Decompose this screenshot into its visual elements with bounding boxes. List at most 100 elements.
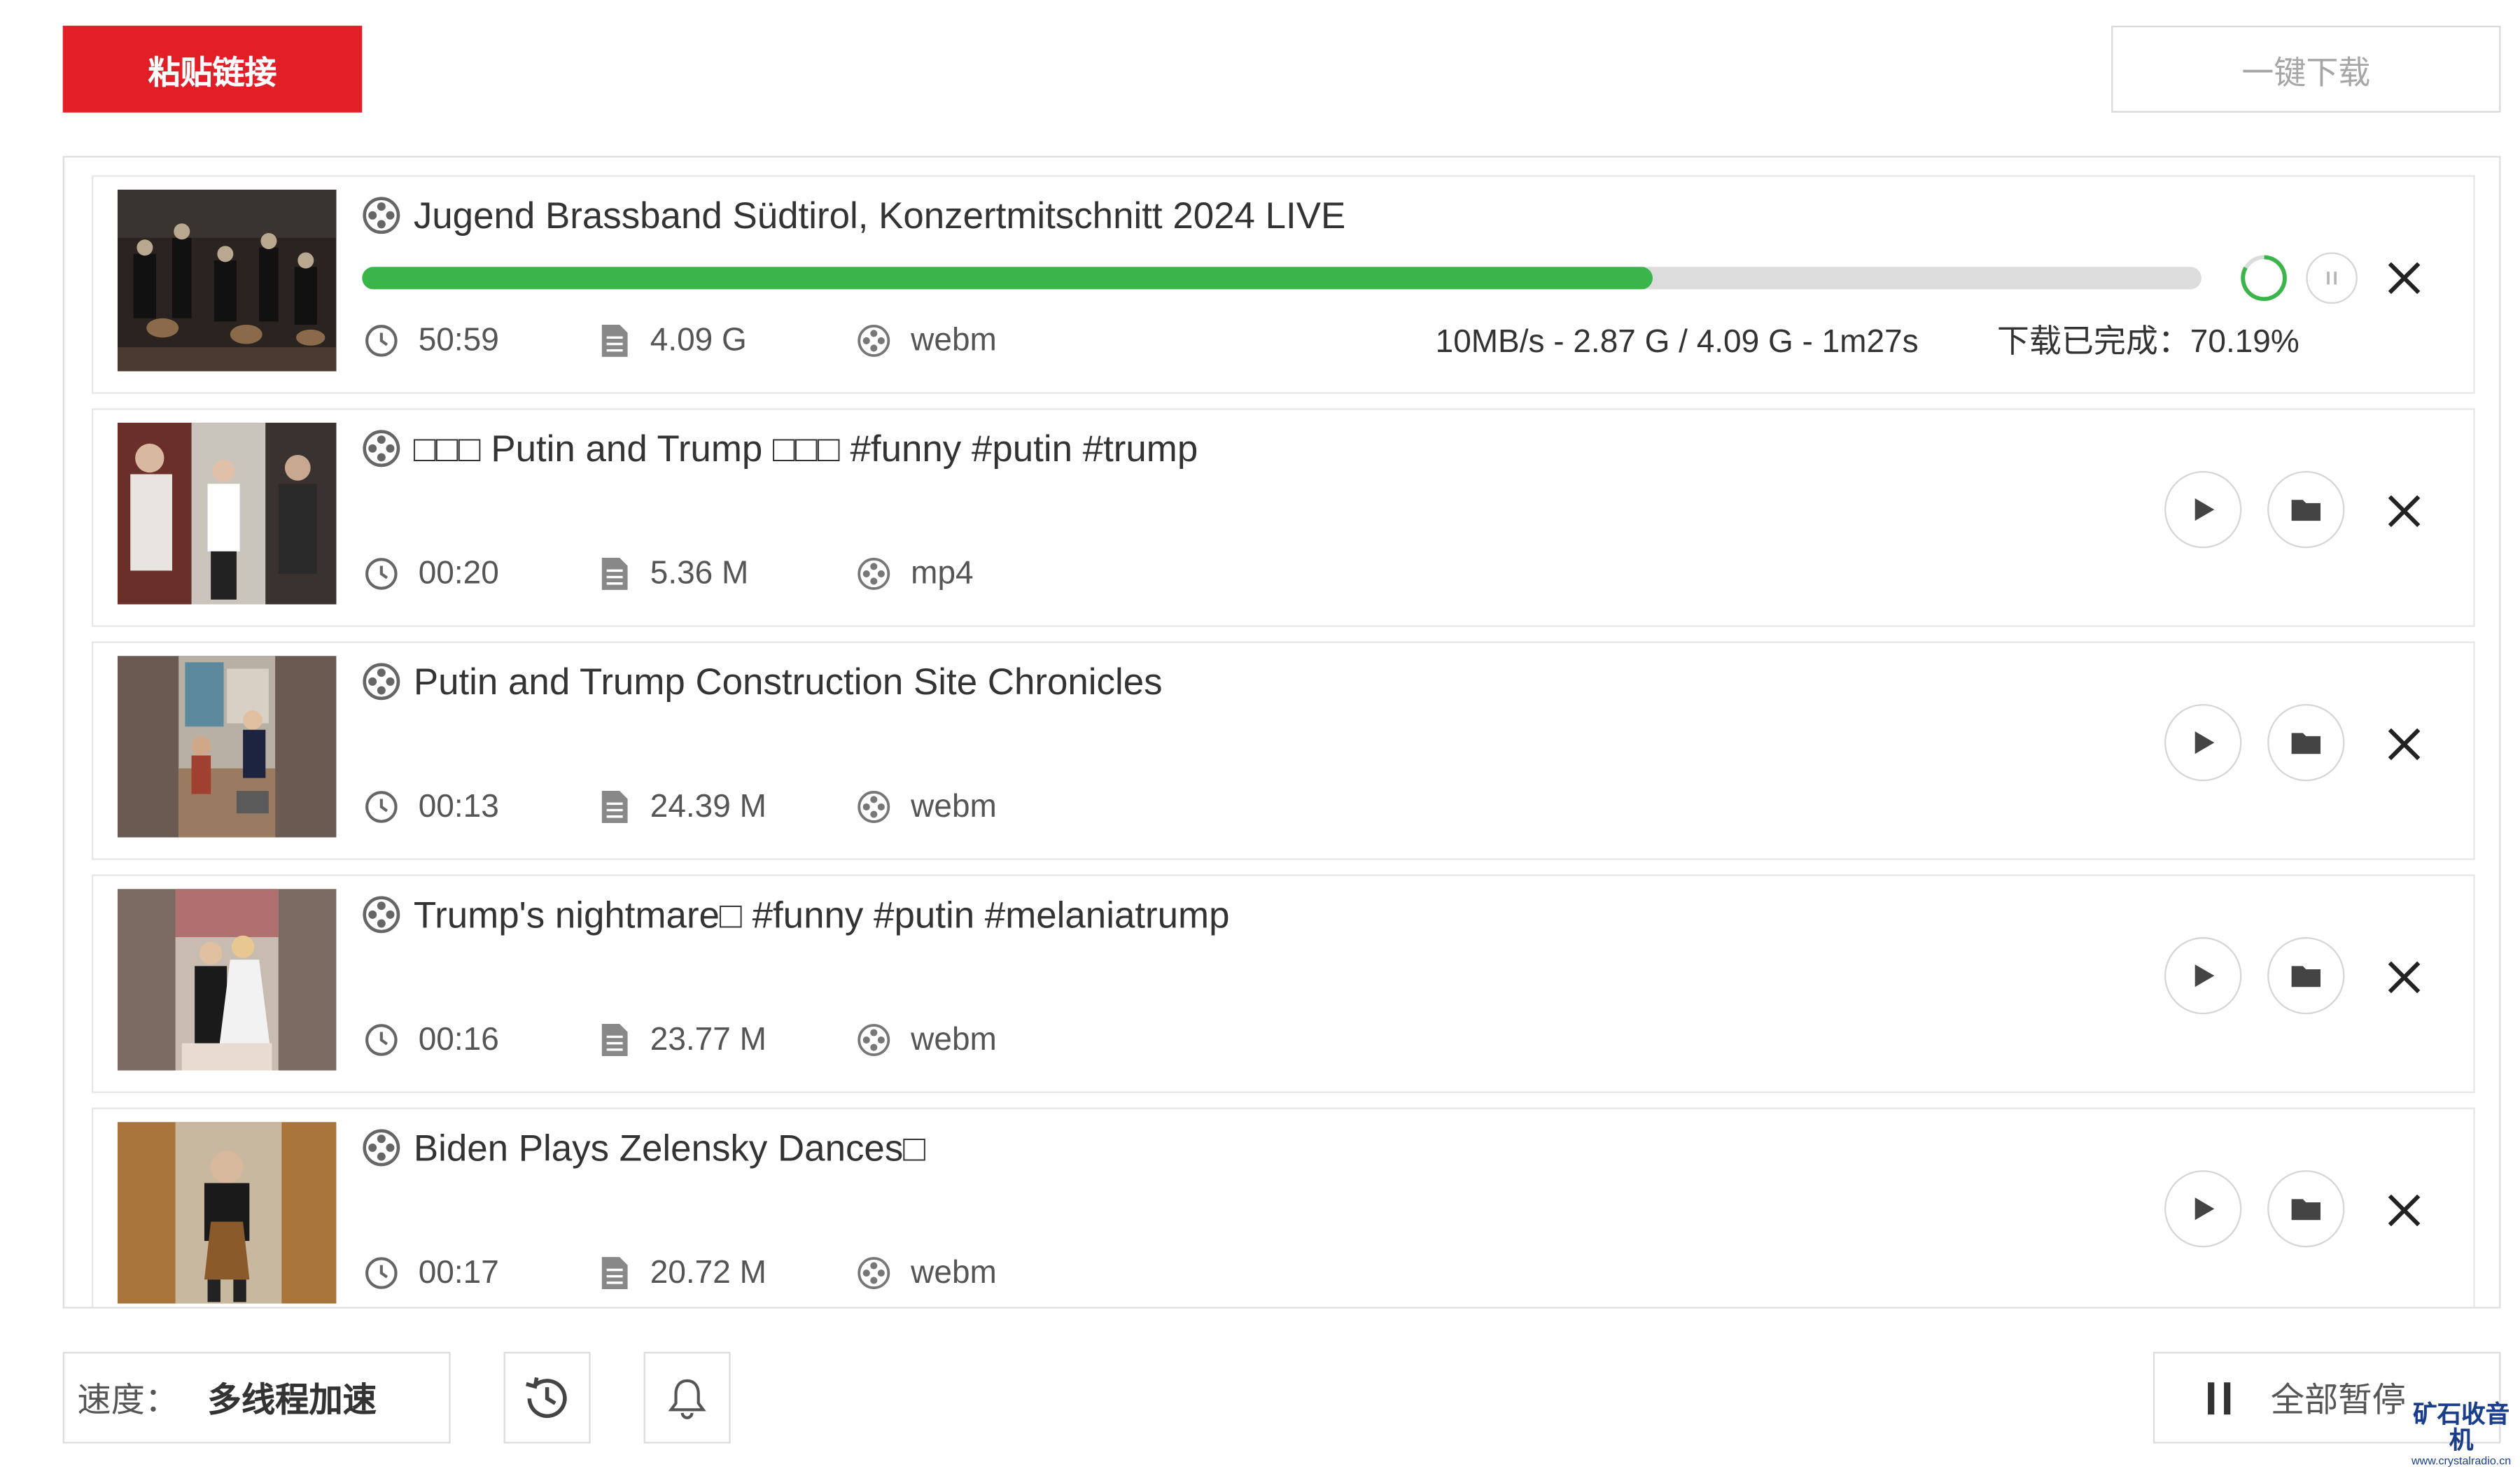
play-button[interactable] bbox=[2164, 470, 2242, 549]
speed-label: 速度： bbox=[77, 1382, 179, 1419]
file-format: webm bbox=[856, 783, 997, 831]
film-reel-icon bbox=[858, 1024, 890, 1056]
download-progress-bar bbox=[362, 267, 2202, 290]
download-item: Trump's nightmare□ #funny #putin #melani… bbox=[92, 874, 2475, 1093]
download-item: □□□ Putin and Trump □□□ #funny #putin #t… bbox=[92, 408, 2475, 627]
duration: 00:16 bbox=[364, 1016, 499, 1064]
film-reel-icon bbox=[858, 1257, 890, 1290]
file-format: webm bbox=[856, 316, 997, 365]
watermark-url: www.crystalradio.cn bbox=[2412, 1456, 2512, 1468]
play-icon bbox=[2194, 1197, 2215, 1221]
paste-link-button[interactable]: 粘贴链接 bbox=[62, 25, 363, 113]
file-icon bbox=[601, 791, 628, 823]
notifications-button[interactable] bbox=[643, 1351, 731, 1444]
duration-value: 00:17 bbox=[418, 1255, 499, 1291]
file-size: 4.09 G bbox=[598, 316, 747, 365]
video-title: Putin and Trump Construction Site Chroni… bbox=[413, 660, 1163, 703]
remove-item-button[interactable] bbox=[2380, 254, 2428, 302]
play-icon bbox=[2194, 964, 2215, 987]
watermark-text: 矿石收音机 bbox=[2413, 1401, 2510, 1455]
pause-icon bbox=[2327, 272, 2337, 285]
film-reel-icon bbox=[363, 1129, 400, 1167]
open-folder-button[interactable] bbox=[2267, 1170, 2345, 1248]
file-format: webm bbox=[856, 1249, 997, 1298]
video-thumbnail bbox=[117, 190, 337, 372]
duration: 50:59 bbox=[364, 316, 499, 365]
pause-icon bbox=[2208, 1382, 2231, 1414]
download-percent-status: 下载已完成：70.19% bbox=[1996, 324, 2300, 360]
file-icon bbox=[601, 557, 628, 590]
pause-download-button[interactable] bbox=[2306, 252, 2358, 304]
file-icon bbox=[601, 324, 628, 357]
close-icon bbox=[2388, 262, 2421, 295]
file-size: 20.72 M bbox=[598, 1249, 766, 1298]
speed-mode-selector[interactable]: 速度： 多线程加速 bbox=[62, 1351, 451, 1444]
history-button[interactable] bbox=[503, 1351, 591, 1444]
play-button[interactable] bbox=[2164, 703, 2242, 782]
duration: 00:20 bbox=[364, 550, 499, 598]
file-format-value: webm bbox=[911, 323, 997, 359]
video-thumbnail bbox=[117, 889, 337, 1071]
play-icon bbox=[2194, 498, 2215, 521]
file-icon bbox=[601, 1024, 628, 1056]
clock-icon bbox=[365, 558, 398, 590]
open-folder-button[interactable] bbox=[2267, 470, 2345, 549]
download-speed-status: 10MB/s - 2.87 G / 4.09 G - 1m27s bbox=[1435, 324, 1919, 360]
video-title: □□□ Putin and Trump □□□ #funny #putin #t… bbox=[413, 427, 1198, 470]
duration-value: 00:16 bbox=[418, 1022, 499, 1058]
film-reel-icon bbox=[858, 558, 890, 590]
film-reel-icon bbox=[858, 324, 890, 357]
file-format-value: webm bbox=[911, 1255, 997, 1291]
clock-icon bbox=[365, 1257, 398, 1289]
remove-item-button[interactable] bbox=[2380, 1186, 2428, 1235]
folder-icon bbox=[2291, 733, 2321, 754]
film-reel-icon bbox=[363, 197, 400, 234]
remove-item-button[interactable] bbox=[2380, 953, 2428, 1001]
open-folder-button[interactable] bbox=[2267, 703, 2345, 782]
close-icon bbox=[2388, 728, 2421, 761]
film-reel-icon bbox=[363, 896, 400, 934]
file-size: 23.77 M bbox=[598, 1016, 766, 1064]
download-all-button[interactable]: 一键下载 bbox=[2111, 25, 2501, 113]
download-item: Jugend Brassband Südtirol, Konzertmitsch… bbox=[92, 175, 2475, 394]
watermark: 矿石收音机 www.crystalradio.cn bbox=[2402, 1401, 2520, 1468]
file-format: webm bbox=[856, 1016, 997, 1064]
play-button[interactable] bbox=[2164, 1170, 2242, 1248]
file-size-value: 24.39 M bbox=[650, 789, 766, 825]
file-size-value: 4.09 G bbox=[650, 323, 747, 359]
play-button[interactable] bbox=[2164, 937, 2242, 1015]
video-thumbnail bbox=[117, 1122, 337, 1304]
video-title: Biden Plays Zelensky Dances□ bbox=[413, 1127, 926, 1169]
clock-icon bbox=[365, 1024, 398, 1056]
download-item: Biden Plays Zelensky Dances□ 00:17 20.72… bbox=[92, 1107, 2475, 1307]
file-size-value: 23.77 M bbox=[650, 1022, 766, 1058]
loading-spinner-icon bbox=[2241, 255, 2288, 302]
video-thumbnail bbox=[117, 423, 337, 605]
film-reel-icon bbox=[363, 430, 400, 468]
film-reel-icon bbox=[858, 791, 890, 823]
video-title: Jugend Brassband Südtirol, Konzertmitsch… bbox=[413, 194, 1346, 237]
download-item: Putin and Trump Construction Site Chroni… bbox=[92, 641, 2475, 860]
download-list: Jugend Brassband Südtirol, Konzertmitsch… bbox=[62, 155, 2501, 1309]
duration-value: 00:13 bbox=[418, 789, 499, 825]
history-icon bbox=[526, 1376, 567, 1417]
remove-item-button[interactable] bbox=[2380, 487, 2428, 535]
file-format-value: mp4 bbox=[911, 556, 974, 592]
close-icon bbox=[2388, 961, 2421, 994]
bell-icon bbox=[668, 1378, 706, 1419]
folder-icon bbox=[2291, 966, 2321, 987]
duration-value: 50:59 bbox=[418, 323, 499, 359]
open-folder-button[interactable] bbox=[2267, 937, 2345, 1015]
file-format-value: webm bbox=[911, 1022, 997, 1058]
remove-item-button[interactable] bbox=[2380, 720, 2428, 768]
pause-all-label: 全部暂停 bbox=[2270, 1382, 2406, 1419]
film-reel-icon bbox=[363, 663, 400, 701]
video-title: Trump's nightmare□ #funny #putin #melani… bbox=[413, 894, 1230, 936]
file-size-value: 5.36 M bbox=[650, 556, 749, 592]
video-thumbnail bbox=[117, 656, 337, 838]
duration: 00:17 bbox=[364, 1249, 499, 1298]
download-progress-fill bbox=[362, 267, 1653, 290]
play-icon bbox=[2194, 731, 2215, 754]
file-format: mp4 bbox=[856, 550, 974, 598]
file-size-value: 20.72 M bbox=[650, 1255, 766, 1291]
